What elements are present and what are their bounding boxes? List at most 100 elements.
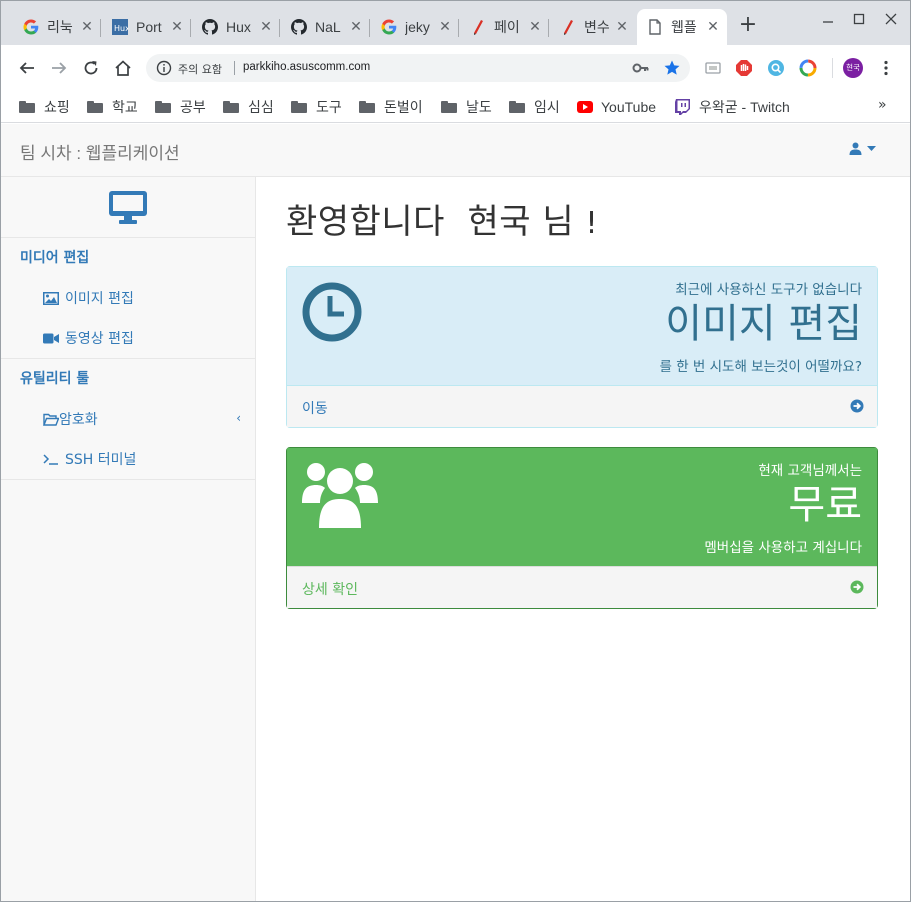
sidebar-item-encryption[interactable]: 암호화 ‹ [1, 399, 255, 439]
google-icon [23, 19, 39, 35]
top-navbar: 팀 시차 : 웹플리케이션 [1, 124, 910, 177]
maximize-button[interactable] [844, 9, 874, 33]
users-icon [302, 459, 378, 533]
recent-tool-panel: 최근에 사용하신 도구가 없습니다 이미지 편집 를 한 번 시도해 보는것이 … [286, 266, 878, 428]
main-content: 환영합니다 현국 님 ! 최근에 사용하신 도구가 없습니다 이미지 편집 를 … [286, 177, 878, 609]
page-icon [647, 19, 663, 35]
menu-kebab-icon[interactable] [876, 58, 896, 78]
tab-title: 웹플 [671, 19, 697, 35]
close-icon[interactable]: ✕ [437, 19, 453, 35]
bookmark-folder[interactable]: 도구 [291, 97, 342, 117]
folder-icon [509, 101, 525, 113]
adblock-extension-icon[interactable] [734, 58, 754, 78]
go-label: 이동 [302, 401, 328, 417]
bookmark-folder[interactable]: 돈벌이 [359, 97, 423, 117]
tab-5[interactable]: 페이 ✕ [460, 9, 549, 45]
reload-button[interactable] [79, 56, 103, 80]
sidebar-item-ssh-terminal[interactable]: SSH 터미널 [1, 439, 255, 479]
home-button[interactable] [111, 56, 135, 80]
back-button[interactable] [15, 56, 39, 80]
folder-icon [19, 101, 35, 113]
sidebar-section-media: 미디어 편집 이미지 편집 동영상 편집 [1, 238, 255, 359]
arrow-right-icon [52, 62, 67, 74]
folder-icon [291, 101, 307, 113]
membership-panel-heading: 현재 고객님께서는 무료 멤버십을 사용하고 계십니다 [287, 448, 877, 566]
recent-tool-suggestion: 를 한 번 시도해 보는것이 어떨까요? [659, 359, 862, 375]
membership-details-link[interactable]: 상세 확인 [287, 566, 877, 608]
cast-extension-icon[interactable] [703, 58, 723, 78]
tab-4[interactable]: jeky ✕ [371, 9, 459, 45]
tab-title: 페이 [494, 19, 520, 35]
close-icon[interactable]: ✕ [79, 19, 95, 35]
pen-icon [560, 19, 576, 35]
bookmark-twitch[interactable]: 우왁굳 - Twitch [675, 97, 790, 117]
profile-label: 현국 [843, 58, 863, 78]
recent-tool-go-link[interactable]: 이동 [287, 385, 877, 427]
tab-6[interactable]: 변수 ✕ [550, 9, 636, 45]
bookmark-folder[interactable]: 학교 [87, 97, 138, 117]
sync-extension-icon[interactable] [798, 58, 818, 78]
tab-3[interactable]: NaL ✕ [281, 9, 370, 45]
bookmark-folder[interactable]: 쇼핑 [19, 97, 70, 117]
key-icon[interactable] [632, 60, 650, 80]
tab-title: Port [136, 19, 162, 35]
sidebar-heading-media[interactable]: 미디어 편집 [1, 238, 255, 278]
user-icon [849, 142, 862, 155]
close-icon[interactable]: ✕ [705, 19, 721, 35]
close-icon[interactable]: ✕ [614, 19, 630, 35]
membership-tier: 무료 [788, 482, 862, 528]
tab-7-active[interactable]: 웹플 ✕ [637, 9, 727, 45]
star-icon[interactable] [663, 59, 681, 81]
close-icon[interactable]: ✕ [348, 19, 364, 35]
new-tab-button[interactable]: + [737, 14, 759, 36]
sidebar-heading-utility[interactable]: 유틸리티 툴 [1, 359, 255, 399]
brand-title[interactable]: 팀 시차 : 웹플리케이션 [20, 139, 180, 164]
address-bar[interactable]: 주의 요함 parkkiho.asuscomm.com [146, 54, 690, 82]
pen-icon [470, 19, 486, 35]
tab-1[interactable]: Hux Port ✕ [102, 9, 191, 45]
clock-icon [302, 282, 362, 346]
twitch-icon [675, 99, 690, 115]
sidebar: 미디어 편집 이미지 편집 동영상 편집 유틸리티 툴 암호화 ‹ SSH 터미… [1, 177, 256, 901]
close-icon[interactable]: ✕ [258, 19, 274, 35]
image-icon [43, 291, 61, 305]
profile-avatar[interactable]: 현국 [843, 58, 863, 78]
security-label[interactable]: 주의 요함 [178, 61, 222, 77]
chevron-left-icon[interactable]: ‹ [236, 411, 241, 425]
search-extension-icon[interactable] [766, 58, 786, 78]
recent-tool-panel-heading: 최근에 사용하신 도구가 없습니다 이미지 편집 를 한 번 시도해 보는것이 … [287, 267, 877, 385]
forward-button[interactable] [47, 56, 71, 80]
close-icon[interactable]: ✕ [169, 19, 185, 35]
url-text[interactable]: parkkiho.asuscomm.com [243, 61, 370, 73]
close-window-button[interactable] [876, 9, 906, 33]
folder-icon [441, 101, 457, 113]
tab-title: NaL [315, 19, 341, 35]
bookmark-folder[interactable]: 공부 [155, 97, 206, 117]
details-label: 상세 확인 [302, 582, 358, 598]
tab-2[interactable]: Hux ✕ [192, 9, 280, 45]
browser-window: 리눅 ✕ Hux Port ✕ Hux ✕ NaL ✕ [0, 0, 911, 902]
tab-title: Hux [226, 19, 251, 35]
github-icon [291, 19, 307, 35]
bookmark-folder[interactable]: 날도 [441, 97, 492, 117]
info-icon[interactable] [156, 60, 172, 76]
caret-down-icon [867, 145, 876, 152]
user-menu-dropdown[interactable] [849, 142, 876, 155]
bookmark-youtube[interactable]: YouTube [577, 97, 656, 117]
folder-icon [87, 101, 103, 113]
google-icon [381, 19, 397, 35]
reload-icon [84, 61, 98, 75]
tab-0[interactable]: 리눅 ✕ [13, 9, 101, 45]
minimize-button[interactable] [813, 9, 843, 33]
recent-tool-message: 최근에 사용하신 도구가 없습니다 [675, 282, 862, 298]
close-icon[interactable]: ✕ [527, 19, 543, 35]
bookmarks-overflow-icon[interactable]: » [878, 97, 887, 113]
membership-description: 멤버십을 사용하고 계십니다 [704, 540, 862, 556]
bookmark-folder[interactable]: 심심 [223, 97, 274, 117]
sidebar-item-image-edit[interactable]: 이미지 편집 [1, 278, 255, 318]
bookmark-folder[interactable]: 임시 [509, 97, 560, 117]
sidebar-item-video-edit[interactable]: 동영상 편집 [1, 318, 255, 358]
membership-panel: 현재 고객님께서는 무료 멤버십을 사용하고 계십니다 상세 확인 [286, 447, 878, 609]
youtube-icon [577, 101, 593, 113]
hux-icon: Hux [112, 19, 128, 35]
